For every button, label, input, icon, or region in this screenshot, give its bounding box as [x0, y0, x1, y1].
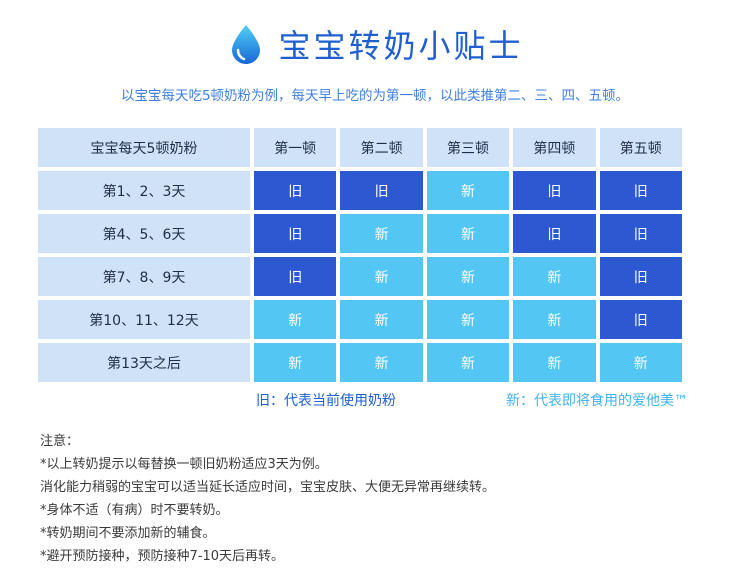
schedule-cell: 新	[426, 214, 510, 253]
table-row: 第10、11、12天新新新新旧	[38, 300, 682, 339]
schedule-cell: 新	[340, 343, 423, 382]
schedule-cell: 旧	[513, 214, 596, 253]
schedule-cell: 新	[254, 300, 337, 339]
schedule-cell: 旧	[599, 171, 682, 210]
schedule-table: 宝宝每天5顿奶粉 第一顿 第二顿 第三顿 第四顿 第五顿 第1、2、3天旧旧新旧…	[34, 124, 686, 386]
column-header: 第一顿	[254, 128, 337, 167]
schedule-cell: 旧	[254, 257, 337, 296]
notes: 注意： *以上转奶提示以每替换一顿旧奶粉适应3天为例。 消化能力稍弱的宝宝可以适…	[40, 430, 720, 568]
column-header: 第二顿	[340, 128, 423, 167]
legend-new: 新：代表即将食用的爱他美™	[506, 393, 688, 409]
schedule-cell: 新	[340, 300, 423, 339]
title-row: 宝宝转奶小贴士	[0, 18, 750, 70]
schedule-cell: 新	[513, 343, 596, 382]
table-row: 第1、2、3天旧旧新旧旧	[38, 171, 682, 210]
row-label: 第1、2、3天	[38, 171, 250, 210]
column-header: 第三顿	[426, 128, 510, 167]
row-label: 第7、8、9天	[38, 257, 250, 296]
note-item: *转奶期间不要添加新的辅食。	[40, 526, 216, 541]
subtitle: 以宝宝每天吃5顿奶粉为例，每天早上吃的为第一顿，以此类推第二、三、四、五顿。	[120, 88, 630, 104]
row-label: 第13天之后	[38, 343, 250, 382]
table-header-row: 宝宝每天5顿奶粉 第一顿 第二顿 第三顿 第四顿 第五顿	[38, 128, 682, 167]
schedule-cell: 旧	[599, 257, 682, 296]
table-row: 第13天之后新新新新新	[38, 343, 682, 382]
column-header: 第五顿	[599, 128, 682, 167]
schedule-cell: 旧	[254, 214, 337, 253]
column-header: 宝宝每天5顿奶粉	[38, 128, 250, 167]
note-item: *避开预防接种，预防接种7-10天后再转。	[40, 549, 285, 564]
schedule-cell: 新	[426, 300, 510, 339]
table-row: 第7、8、9天旧新新新旧	[38, 257, 682, 296]
schedule-cell: 新	[513, 257, 596, 296]
schedule-cell: 新	[340, 257, 423, 296]
table-row: 第4、5、6天旧新新旧旧	[38, 214, 682, 253]
water-drop-icon	[232, 25, 261, 64]
column-header: 第四顿	[513, 128, 596, 167]
schedule-cell: 旧	[340, 171, 423, 210]
legend-old: 旧：代表当前使用奶粉	[256, 393, 396, 409]
schedule-cell: 旧	[513, 171, 596, 210]
schedule-cell: 新	[426, 343, 510, 382]
row-label: 第4、5、6天	[38, 214, 250, 253]
schedule-cell: 新	[340, 214, 423, 253]
schedule-cell: 新	[599, 343, 682, 382]
schedule-cell: 旧	[599, 300, 682, 339]
note-item: 消化能力稍弱的宝宝可以适当延长适应时间，宝宝皮肤、大便无异常再继续转。	[40, 480, 496, 495]
notes-heading: 注意：	[40, 434, 80, 449]
schedule-cell: 旧	[599, 214, 682, 253]
note-item: *以上转奶提示以每替换一顿旧奶粉适应3天为例。	[40, 457, 328, 472]
schedule-cell: 新	[513, 300, 596, 339]
schedule-cell: 旧	[254, 171, 337, 210]
row-label: 第10、11、12天	[38, 300, 250, 339]
page-title: 宝宝转奶小贴士	[278, 27, 524, 65]
schedule-cell: 新	[254, 343, 337, 382]
schedule-cell: 新	[426, 171, 510, 210]
note-item: *身体不适（有病）时不要转奶。	[40, 503, 229, 518]
schedule-cell: 新	[426, 257, 510, 296]
